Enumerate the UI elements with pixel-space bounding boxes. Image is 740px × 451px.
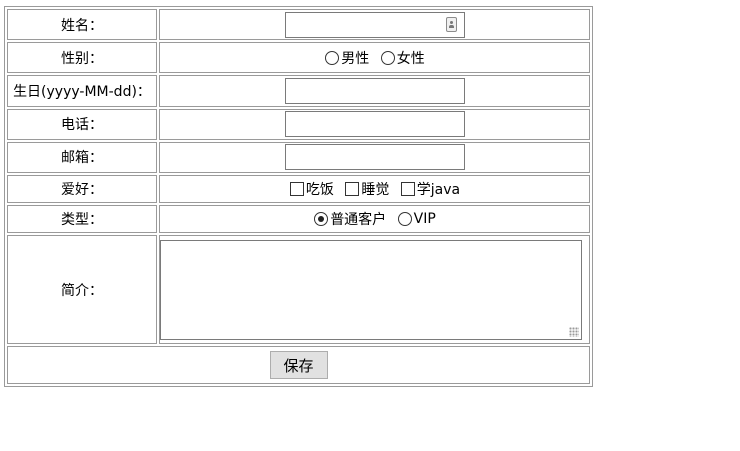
- hobby-option-java[interactable]: 学java: [400, 179, 463, 199]
- gender-options-cell: 男性 女性: [159, 42, 590, 74]
- email-row: 邮箱：: [7, 141, 590, 174]
- name-input[interactable]: [284, 11, 465, 38]
- save-row: 保存: [7, 346, 590, 384]
- hobbies-label: 爱好：: [7, 175, 157, 204]
- hobbies-options-cell: 吃饭 睡觉 学java: [159, 175, 590, 204]
- gender-male-radio[interactable]: [325, 50, 340, 65]
- type-regular-radio[interactable]: [314, 212, 329, 227]
- birthday-input[interactable]: [284, 78, 465, 104]
- gender-row: 性别： 男性 女性: [7, 42, 590, 74]
- hobbies-row: 爱好： 吃饭 睡觉 学java: [7, 175, 590, 204]
- name-label: 姓名：: [7, 9, 157, 41]
- birthday-label: 生日(yyyy-MM-dd)：: [7, 75, 157, 107]
- hobby-java-label: 学java: [416, 182, 461, 199]
- phone-row: 电话：: [7, 108, 590, 140]
- birthday-input-cell: [159, 75, 590, 107]
- gender-female-label: 女性: [396, 50, 425, 67]
- type-regular-label: 普通客户: [330, 212, 387, 229]
- textarea-resize-grip-icon[interactable]: [569, 326, 579, 337]
- email-input[interactable]: [284, 144, 465, 171]
- contact-card-icon[interactable]: [445, 16, 457, 32]
- save-button[interactable]: 保存: [269, 351, 328, 380]
- phone-label: 电话：: [7, 108, 157, 140]
- type-option-regular[interactable]: 普通客户: [314, 209, 389, 229]
- type-options-cell: 普通客户 VIP: [159, 205, 590, 234]
- phone-input-cell: [159, 108, 590, 140]
- customer-form-table: 姓名： 性别： 男性 女性 生日(yyyy-MM-dd)： 电话： 邮箱： 爱好…: [4, 6, 593, 387]
- type-vip-radio[interactable]: [397, 212, 412, 227]
- intro-label: 简介：: [7, 235, 157, 345]
- intro-textarea[interactable]: [160, 239, 582, 340]
- intro-row: 简介：: [7, 235, 590, 345]
- hobby-eat-checkbox[interactable]: [289, 182, 304, 197]
- name-row: 姓名：: [7, 9, 590, 41]
- gender-male-label: 男性: [341, 50, 370, 67]
- hobby-eat-label: 吃饭: [305, 182, 334, 199]
- save-button-cell: 保存: [7, 346, 590, 384]
- hobby-java-checkbox[interactable]: [400, 182, 415, 197]
- hobby-sleep-label: 睡觉: [361, 182, 390, 199]
- hobby-option-sleep[interactable]: 睡觉: [345, 179, 392, 199]
- gender-female-radio[interactable]: [380, 50, 395, 65]
- intro-textarea-cell: [159, 235, 590, 345]
- gender-option-female[interactable]: 女性: [380, 48, 428, 68]
- type-option-vip[interactable]: VIP: [397, 211, 439, 228]
- name-input-wrapper: [284, 11, 465, 38]
- email-input-cell: [159, 141, 590, 174]
- type-vip-label: VIP: [413, 211, 436, 228]
- name-input-cell: [159, 9, 590, 41]
- email-label: 邮箱：: [7, 141, 157, 174]
- hobby-option-eat[interactable]: 吃饭: [289, 179, 337, 199]
- hobby-sleep-checkbox[interactable]: [345, 182, 360, 197]
- birthday-row: 生日(yyyy-MM-dd)：: [7, 75, 590, 107]
- type-label: 类型：: [7, 205, 157, 234]
- phone-input[interactable]: [284, 111, 465, 138]
- gender-label: 性别：: [7, 42, 157, 74]
- gender-option-male[interactable]: 男性: [325, 48, 372, 68]
- type-row: 类型： 普通客户 VIP: [7, 205, 590, 234]
